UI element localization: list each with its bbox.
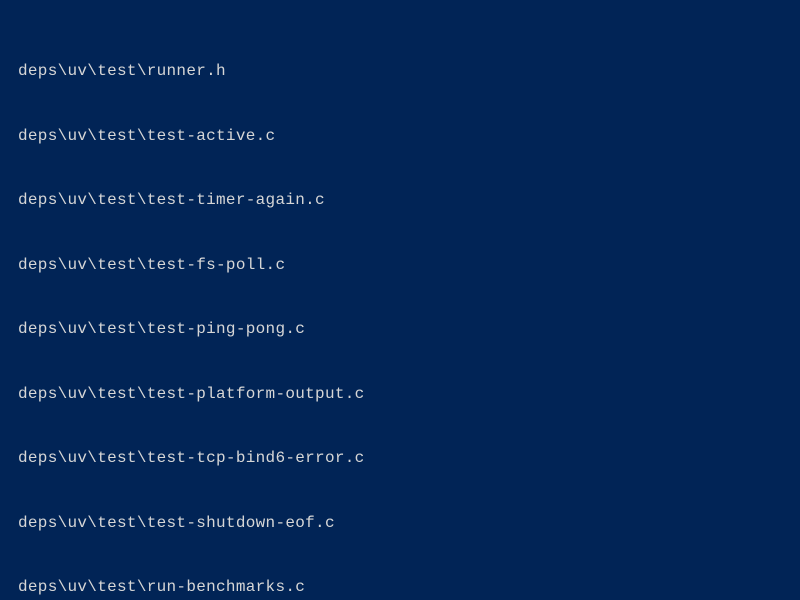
output-line: deps\uv\test\test-shutdown-eof.c [18,513,782,535]
output-line: deps\uv\test\run-benchmarks.c [18,577,782,599]
output-line: deps\uv\test\test-fs-poll.c [18,255,782,277]
output-line: deps\uv\test\runner.h [18,61,782,83]
output-line: deps\uv\test\test-platform-output.c [18,384,782,406]
output-line: deps\uv\test\test-timer-again.c [18,190,782,212]
output-line: deps\uv\test\test-active.c [18,126,782,148]
powershell-terminal[interactable]: deps\uv\test\runner.h deps\uv\test\test-… [0,0,800,600]
output-line: deps\uv\test\test-ping-pong.c [18,319,782,341]
output-line: deps\uv\test\test-tcp-bind6-error.c [18,448,782,470]
